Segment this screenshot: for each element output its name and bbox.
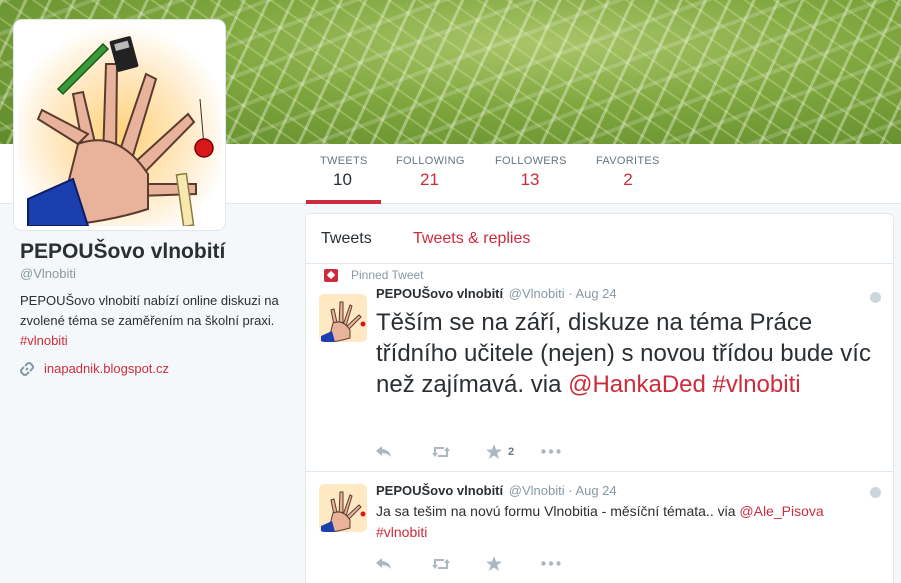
globe-icon <box>870 487 881 498</box>
pinned-label: Pinned Tweet <box>324 268 424 282</box>
reply-button[interactable] <box>376 557 431 570</box>
tweet-header: PEPOUŠovo vlnobití @Vlnobiti · Aug 24 <box>376 286 617 301</box>
retweet-icon <box>432 558 450 569</box>
nav-count: 2 <box>623 170 633 189</box>
tweet-text: Těším se na září, diskuze na téma Práce … <box>376 307 876 400</box>
more-icon <box>541 449 561 454</box>
bio-text: PEPOUŠovo vlnobití nabízí online diskuzi… <box>20 293 279 328</box>
favorite-button[interactable]: 2 <box>486 444 541 459</box>
star-icon <box>486 444 502 459</box>
website-text[interactable]: inapadnik.blogspot.cz <box>44 361 169 376</box>
nav-following[interactable]: FOLLOWING 21 <box>382 144 477 204</box>
hand-illustration-icon <box>319 294 367 342</box>
tweet-actions: 2 <box>376 444 596 459</box>
nav-label: FOLLOWING <box>396 155 465 167</box>
bio-hashtag[interactable]: #vlnobiti <box>20 333 68 348</box>
tweet-avatar[interactable] <box>319 294 367 342</box>
tweet-mention[interactable]: @HankaDed <box>568 371 706 398</box>
tweet-handle[interactable]: @Vlnobiti <box>509 483 565 498</box>
tab-tweets-replies[interactable]: Tweets & replies <box>413 230 530 248</box>
tweet-mention[interactable]: @Ale_Pisova <box>739 503 823 519</box>
retweet-icon <box>432 446 450 457</box>
nav-followers[interactable]: FOLLOWERS 13 <box>481 144 579 204</box>
tweet-hashtag[interactable]: #vlnobiti <box>376 524 427 540</box>
nav-favorites[interactable]: FAVORITES 2 <box>582 144 674 204</box>
nav-count: 21 <box>420 170 439 189</box>
tweet-author[interactable]: PEPOUŠovo vlnobití <box>376 483 503 498</box>
more-icon <box>541 561 561 566</box>
pin-icon <box>324 269 338 282</box>
tweet-avatar[interactable] <box>319 484 367 532</box>
more-button[interactable] <box>541 561 596 566</box>
hand-illustration-icon <box>18 24 221 226</box>
profile-bio: PEPOUŠovo vlnobití nabízí online diskuzi… <box>20 291 292 351</box>
timeline: Tweets Tweets & replies Pinned Tweet PEP… <box>305 213 894 583</box>
tweet-item[interactable]: Pinned Tweet PEPOUŠovo vlnobití @Vlnobit… <box>306 264 893 472</box>
profile-name: PEPOUŠovo vlnobití <box>20 240 226 263</box>
tweet-handle[interactable]: @Vlnobiti <box>509 286 565 301</box>
nav-count: 13 <box>520 170 540 189</box>
reply-icon <box>376 445 391 457</box>
nav-tweets[interactable]: TWEETS 10 <box>306 144 381 204</box>
profile-website[interactable]: inapadnik.blogspot.cz <box>20 361 169 376</box>
tweet-item[interactable]: PEPOUŠovo vlnobití @Vlnobiti · Aug 24 Ja… <box>306 472 893 583</box>
nav-label: FAVORITES <box>596 155 660 167</box>
tweet-header: PEPOUŠovo vlnobití @Vlnobiti · Aug 24 <box>376 483 617 498</box>
nav-count: 10 <box>333 170 352 189</box>
more-button[interactable] <box>541 449 596 454</box>
nav-label: FOLLOWERS <box>495 155 567 167</box>
tweet-text-content: Ja sa tešim na novú formu Vlnobitia - mě… <box>376 503 736 519</box>
retweet-button[interactable] <box>431 446 486 458</box>
nav-label: TWEETS <box>320 155 368 167</box>
profile-avatar[interactable] <box>14 20 225 230</box>
tweet-hashtag[interactable]: #vlnobiti <box>713 371 801 398</box>
tweet-date[interactable]: · Aug 24 <box>568 286 616 301</box>
reply-button[interactable] <box>376 445 431 458</box>
favorite-count: 2 <box>508 445 515 458</box>
globe-icon <box>870 292 881 303</box>
favorite-button[interactable] <box>486 556 541 571</box>
tweet-author[interactable]: PEPOUŠovo vlnobití <box>376 286 503 301</box>
tweet-date[interactable]: · Aug 24 <box>568 483 616 498</box>
timeline-tabs: Tweets Tweets & replies <box>306 214 893 264</box>
tweet-text: Ja sa tešim na novú formu Vlnobitia - mě… <box>376 501 836 543</box>
retweet-button[interactable] <box>431 558 486 570</box>
profile-handle[interactable]: @Vlnobiti <box>20 266 76 281</box>
pinned-text: Pinned Tweet <box>351 268 424 282</box>
star-icon <box>486 556 502 571</box>
link-icon <box>20 361 34 376</box>
hand-illustration-icon <box>319 484 367 532</box>
tweet-actions <box>376 556 596 571</box>
reply-icon <box>376 557 391 569</box>
tab-tweets[interactable]: Tweets <box>321 230 372 248</box>
